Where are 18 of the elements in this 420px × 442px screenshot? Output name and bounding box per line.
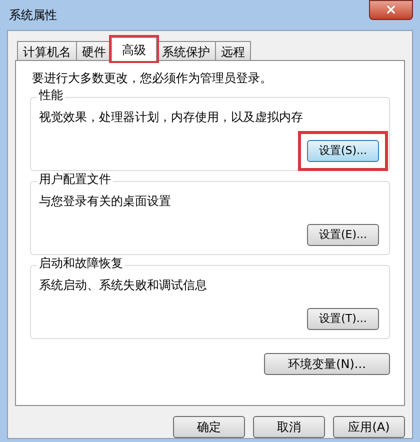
window-title: 系统属性 xyxy=(8,7,57,24)
tab[interactable]: 计算机名 xyxy=(17,41,77,61)
dialog-button[interactable]: 取消 xyxy=(253,416,325,438)
settings-button[interactable]: 设置(T)... xyxy=(307,308,379,330)
tab[interactable]: 远程 xyxy=(215,41,251,61)
group-description: 视觉效果，处理器计划，内存使用，以及虚拟内存 xyxy=(39,109,304,126)
tab[interactable]: 高级 xyxy=(111,37,157,61)
group-description: 与您登录有关的桌面设置 xyxy=(39,193,172,210)
environment-variables-button[interactable]: 环境变量(N)... xyxy=(264,353,390,375)
admin-notice: 要进行大多数更改，您必须作为管理员登录。 xyxy=(31,70,273,87)
settings-button[interactable]: 设置(S)... xyxy=(307,140,379,162)
group-title: 性能 xyxy=(37,89,65,101)
dialog-button[interactable]: 确定 xyxy=(173,416,245,438)
group-title: 用户配置文件 xyxy=(37,173,113,185)
group-description: 系统启动、系统失败和调试信息 xyxy=(39,277,208,294)
dialog-button[interactable]: 应用(A) xyxy=(333,416,405,438)
settings-button[interactable]: 设置(E)... xyxy=(307,224,379,246)
group-title: 启动和故障恢复 xyxy=(37,257,125,269)
